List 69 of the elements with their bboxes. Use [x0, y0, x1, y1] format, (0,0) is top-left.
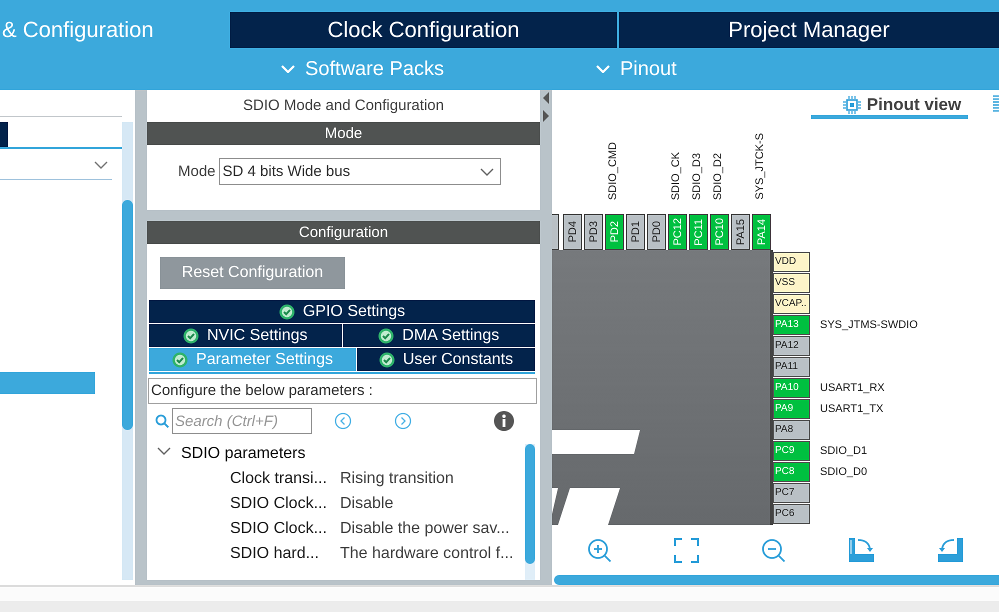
parameter-name: Clock transi...: [230, 470, 328, 488]
parameter-name: SDIO Clock...: [230, 520, 328, 538]
signal-label: SYS_JTCK-S: [754, 133, 766, 200]
tree-group-label[interactable]: SDIO parameters: [181, 445, 306, 463]
parameter-name: SDIO Clock...: [230, 494, 328, 512]
pin[interactable]: PD0: [647, 214, 666, 250]
pin[interactable]: PA15: [731, 214, 750, 250]
chevron-down-icon: [281, 65, 295, 73]
pin[interactable]: PC7: [773, 483, 810, 503]
settings-tab[interactable]: DMA Settings: [342, 324, 535, 347]
settings-tab[interactable]: NVIC Settings: [149, 324, 342, 347]
description-text: Configure the below parameters :: [148, 378, 537, 404]
pin[interactable]: PD1: [626, 214, 645, 250]
section-header: Mode: [147, 122, 540, 145]
parameter-value: Disable the power sav...: [340, 520, 510, 538]
signal-label: USART1_RX: [820, 382, 885, 394]
signal-label: SDIO_D0: [820, 466, 868, 478]
chevron-down-icon: [480, 168, 494, 176]
settings-tab[interactable]: GPIO Settings: [149, 300, 535, 323]
zoom-in-icon[interactable]: [587, 538, 612, 562]
pin[interactable]: PA12: [773, 336, 810, 356]
pin[interactable]: PD3: [584, 214, 603, 250]
signal-label: SDIO_CK: [670, 152, 682, 200]
settings-tab[interactable]: User Constants: [357, 348, 535, 371]
section-header: Configuration: [147, 221, 540, 244]
previous-icon[interactable]: [334, 412, 352, 430]
main-tab[interactable]: Project Manager: [619, 12, 999, 48]
pin[interactable]: VDD: [773, 252, 810, 272]
signal-label: SYS_JTMS-SWDIO: [820, 319, 918, 331]
info-icon[interactable]: [494, 411, 514, 431]
zoom-out-icon[interactable]: [761, 538, 786, 562]
view-tab[interactable]: Pinout view: [811, 95, 968, 119]
mode-dropdown[interactable]: SD 4 bits Wide bus: [218, 158, 501, 185]
pin[interactable]: VCAP..: [773, 294, 810, 314]
parameter-value: Rising transition: [340, 470, 454, 488]
check-circle-icon: [172, 352, 188, 368]
rotate-right-icon[interactable]: [848, 537, 875, 563]
list-icon[interactable]: [993, 95, 999, 112]
pin[interactable]: PD4: [563, 214, 582, 250]
chevron-down-icon: [94, 161, 108, 169]
rotate-left-icon[interactable]: [937, 537, 964, 563]
search-field[interactable]: Search (Ctrl+F): [172, 408, 312, 434]
panel-title: SDIO Mode and Configuration: [242, 96, 445, 116]
parameter-value: The hardware control f...: [340, 544, 514, 562]
pin[interactable]: PA11: [773, 357, 810, 377]
next-icon[interactable]: [394, 412, 412, 430]
fit-to-screen-icon[interactable]: [674, 538, 699, 562]
scrollbar[interactable]: [122, 122, 133, 580]
parameter-value: Disable: [340, 494, 394, 512]
signal-label: USART1_TX: [820, 403, 884, 415]
field-label: Mode: [178, 162, 216, 182]
main-tab[interactable]: Clock Configuration: [230, 12, 617, 48]
chevron-down-icon: [596, 65, 610, 73]
parameter-name: SDIO hard...: [230, 544, 320, 562]
chip-icon: [842, 96, 861, 114]
check-circle-icon: [183, 328, 199, 344]
search-icon: [155, 414, 169, 428]
check-circle-icon: [278, 304, 295, 320]
check-circle-icon: [378, 328, 394, 344]
signal-label: SDIO_D3: [691, 152, 703, 200]
signal-label: SDIO_D2: [712, 152, 724, 200]
signal-label: SDIO_D1: [820, 445, 868, 457]
pin[interactable]: VSS: [773, 273, 810, 293]
scrollbar[interactable]: [554, 575, 999, 585]
pin[interactable]: PA8: [773, 420, 810, 440]
signal-label: SDIO_CMD: [607, 142, 619, 200]
scrollbar-thumb[interactable]: [122, 200, 133, 430]
pin[interactable]: PC6: [773, 504, 810, 524]
check-circle-icon: [378, 352, 395, 368]
